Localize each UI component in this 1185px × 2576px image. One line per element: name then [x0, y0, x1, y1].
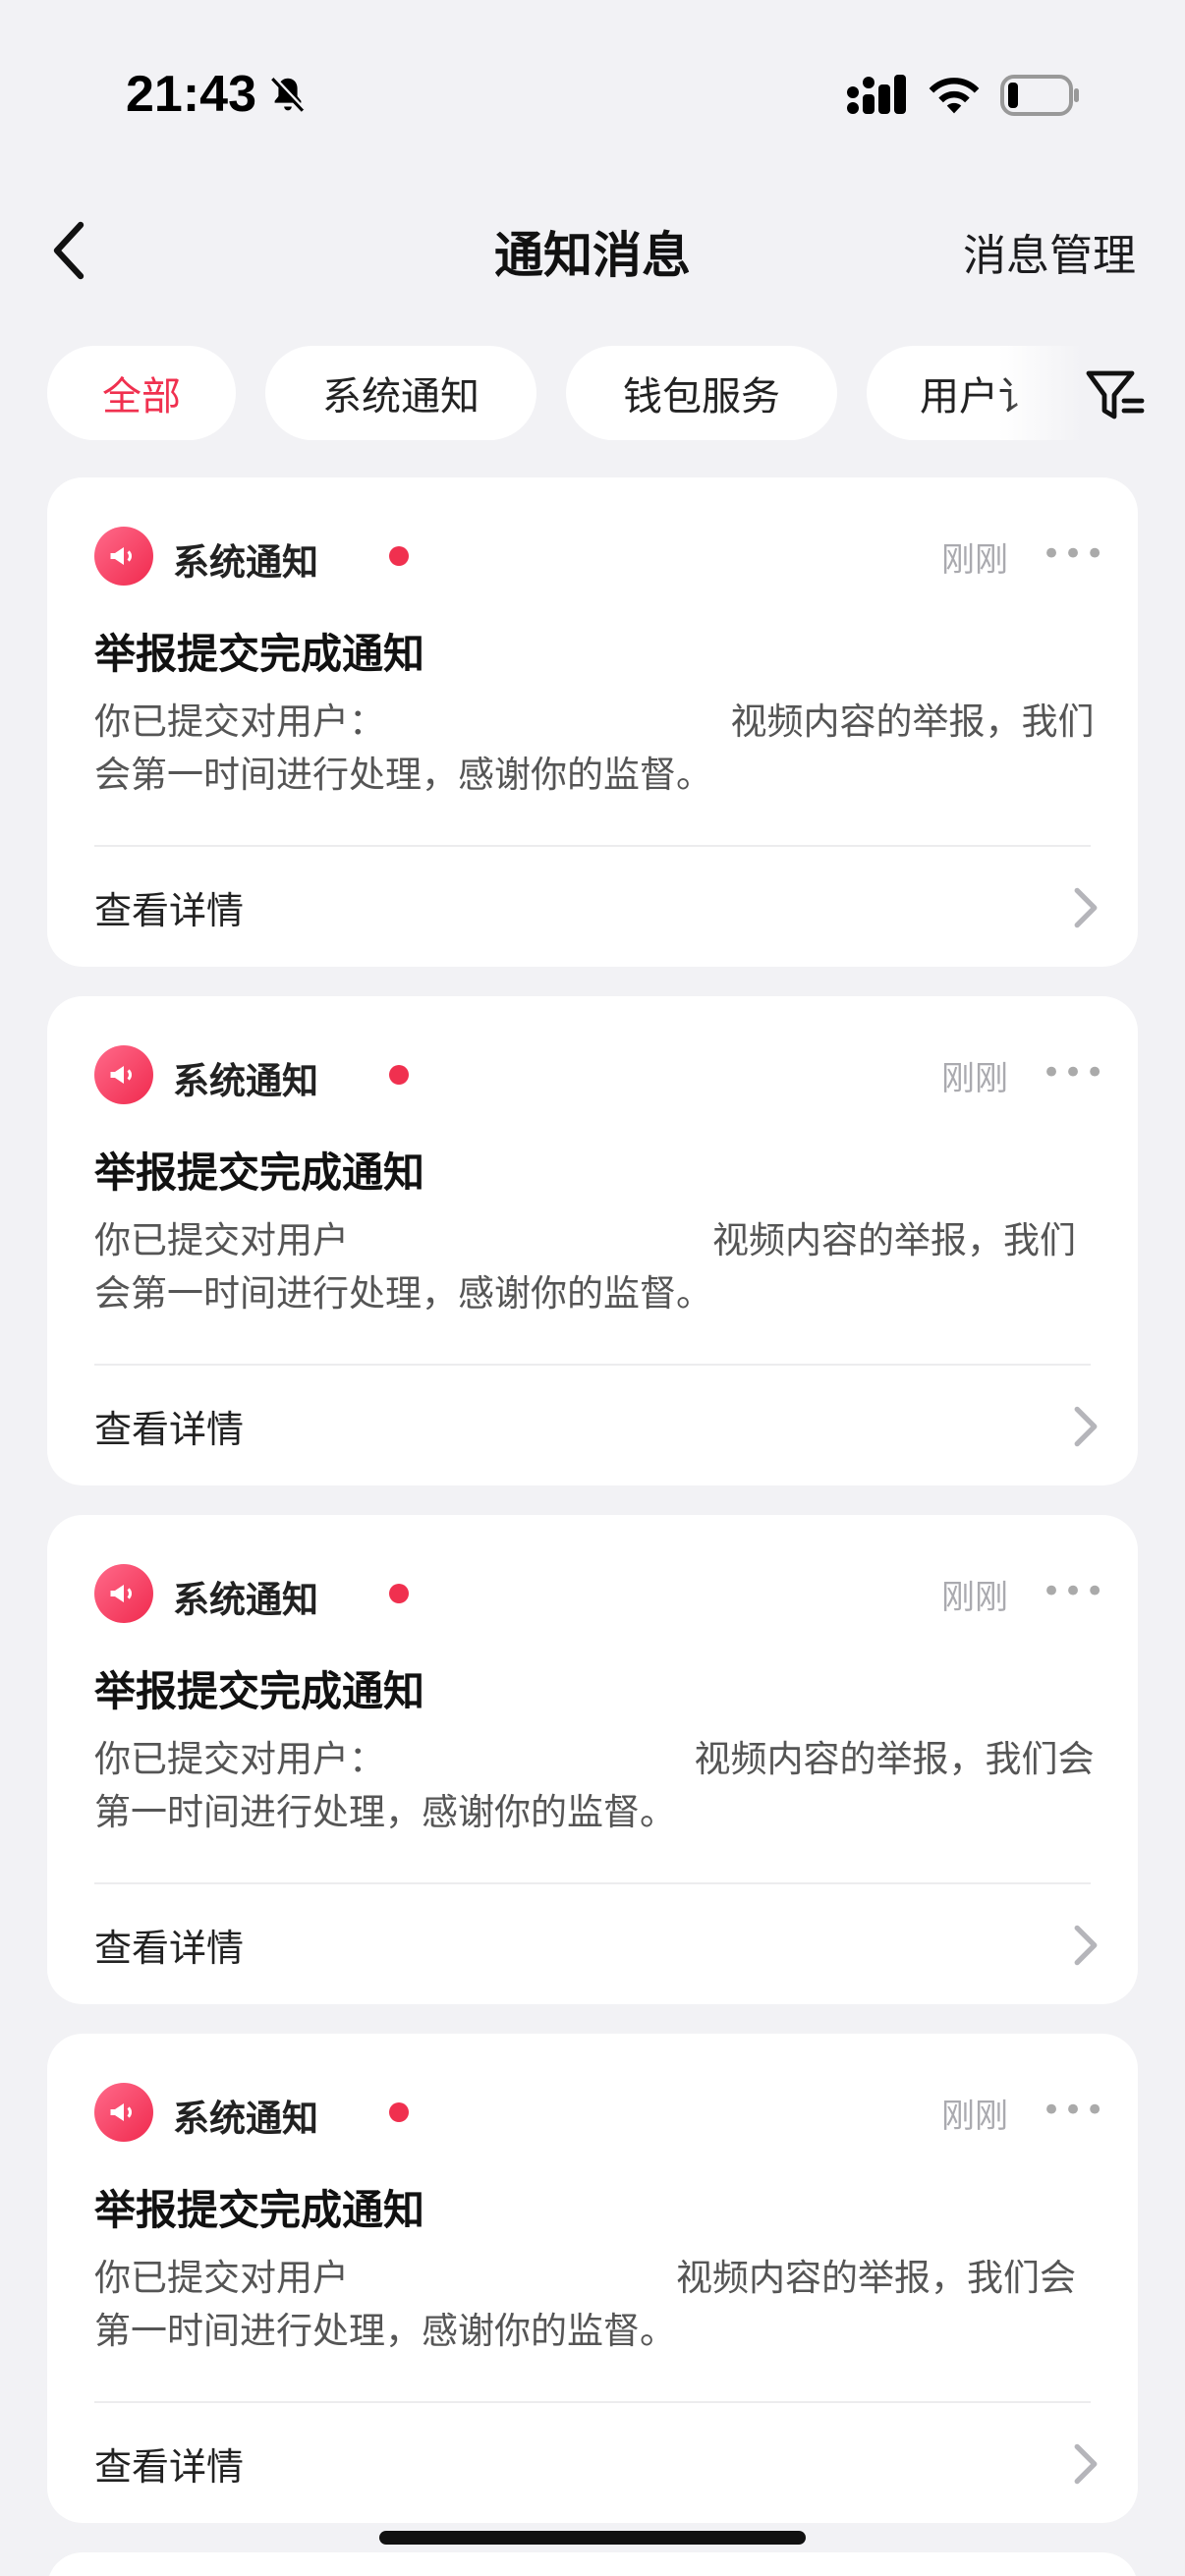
view-details-label: 查看详情: [94, 1407, 245, 1451]
divider: [94, 1364, 1091, 1366]
battery-icon: [1000, 75, 1079, 116]
view-details-label: 查看详情: [94, 888, 245, 932]
notification-body: 你已提交对用户： 视频内容的举报，我们会第一时间进行处理，感谢你的监督。: [94, 1738, 1095, 1833]
notification-source: 系统通知: [173, 541, 318, 584]
notification-body: 你已提交对用户 视频内容的举报，我们会第一时间进行处理，感谢你的监督。: [94, 1219, 1076, 1315]
tab-system-notice[interactable]: 系统通知: [265, 346, 536, 440]
filter-tabs: 全部 系统通知 钱包服务 用户讠: [0, 346, 1185, 444]
nav-bar: 通知消息 消息管理: [0, 187, 1185, 314]
notification-time: 刚刚: [941, 1059, 1008, 1098]
divider: [94, 845, 1091, 847]
megaphone-icon: [94, 2083, 153, 2142]
notification-source: 系统通知: [173, 1579, 318, 1621]
notification-title: 举报提交完成通知: [94, 1667, 425, 1715]
view-details-row[interactable]: 查看详情: [94, 2405, 1102, 2521]
notification-body: 你已提交对用户： 视频内容的举报，我们会第一时间进行处理，感谢你的监督。: [94, 700, 1095, 796]
more-options-icon[interactable]: •••: [1042, 1572, 1104, 1611]
megaphone-icon: [94, 1045, 153, 1104]
notification-card[interactable]: 系统通知 刚刚 ••• 举报提交完成通知 你已提交对用户： 视频内容的举报，我们…: [47, 1515, 1138, 2004]
card-header: 系统通知 刚刚 •••: [94, 527, 1104, 586]
message-management-button[interactable]: 消息管理: [963, 220, 1136, 283]
tab-all[interactable]: 全部: [47, 346, 236, 440]
screen: 21:43 通知消息 消息管理 全部 系统通知 钱包服务 用户讠 系统通知 刚刚…: [0, 0, 1185, 2576]
notification-time: 刚刚: [941, 2097, 1008, 2136]
more-options-icon[interactable]: •••: [1042, 2091, 1104, 2130]
view-details-label: 查看详情: [94, 2444, 245, 2489]
notification-time: 刚刚: [941, 1578, 1008, 1617]
chevron-right-icon: [1074, 887, 1098, 928]
card-header: 系统通知 刚刚 •••: [94, 2083, 1104, 2142]
divider: [94, 2401, 1091, 2403]
card-header: 系统通知 刚刚 •••: [94, 1564, 1104, 1623]
unread-dot: [389, 1584, 409, 1603]
notification-card[interactable]: 系统通知 刚刚 ••• 举报提交完成通知 你已提交对用户 视频内容的举报，我们会…: [47, 996, 1138, 1485]
view-details-row[interactable]: 查看详情: [94, 849, 1102, 965]
view-details-label: 查看详情: [94, 1926, 245, 1970]
megaphone-icon: [94, 527, 153, 586]
unread-dot: [389, 546, 409, 566]
view-details-row[interactable]: 查看详情: [94, 1368, 1102, 1484]
unread-dot: [389, 2102, 409, 2122]
notification-body: 你已提交对用户 视频内容的举报，我们会第一时间进行处理，感谢你的监督。: [94, 2257, 1076, 2352]
wifi-icon: [929, 78, 980, 114]
chevron-right-icon: [1074, 2443, 1098, 2485]
notification-card[interactable]: 系统通知 刚刚 ••• 举报提交完成通知 你已提交对用户 视频内容的举报，我们会…: [47, 2034, 1138, 2523]
megaphone-icon: [94, 1564, 153, 1623]
notification-source: 系统通知: [173, 2098, 318, 2140]
notification-title: 举报提交完成通知: [94, 1148, 425, 1197]
more-options-icon[interactable]: •••: [1042, 1053, 1104, 1092]
chevron-right-icon: [1074, 1925, 1098, 1966]
cellular-signal-icon: [847, 75, 906, 114]
notification-source: 系统通知: [173, 1060, 318, 1102]
silent-bell-icon: [271, 76, 306, 112]
notification-card-partial[interactable]: [47, 2552, 1138, 2576]
status-bar: 21:43: [0, 0, 1185, 187]
unread-dot: [389, 1065, 409, 1085]
status-time: 21:43: [126, 66, 256, 123]
notification-card[interactable]: 系统通知 刚刚 ••• 举报提交完成通知 你已提交对用户： 视频内容的举报，我们…: [47, 477, 1138, 967]
notification-list: 系统通知 刚刚 ••• 举报提交完成通知 你已提交对用户： 视频内容的举报，我们…: [47, 477, 1138, 2576]
chevron-right-icon: [1074, 1406, 1098, 1447]
more-options-icon[interactable]: •••: [1042, 534, 1104, 574]
notification-title: 举报提交完成通知: [94, 630, 425, 678]
tab-wallet-service[interactable]: 钱包服务: [566, 346, 837, 440]
divider: [94, 1882, 1091, 1884]
home-indicator[interactable]: [379, 2531, 806, 2545]
card-header: 系统通知 刚刚 •••: [94, 1045, 1104, 1104]
view-details-row[interactable]: 查看详情: [94, 1886, 1102, 2002]
notification-time: 刚刚: [941, 540, 1008, 580]
filter-icon[interactable]: [1083, 364, 1146, 426]
notification-title: 举报提交完成通知: [94, 2186, 425, 2234]
